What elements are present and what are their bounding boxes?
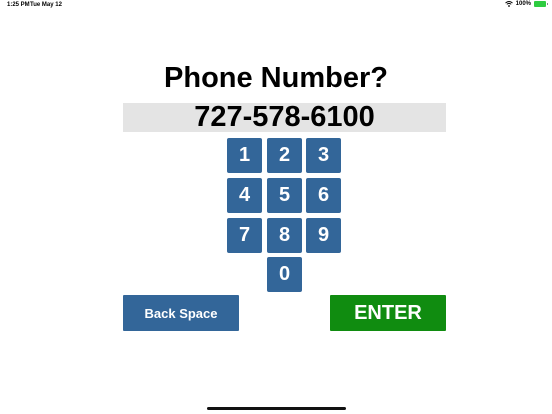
enter-button[interactable]: ENTER xyxy=(330,295,446,331)
key-8[interactable]: 8 xyxy=(267,218,302,253)
status-right: 100% xyxy=(504,1,548,7)
page-title: Phone Number? xyxy=(164,62,388,94)
key-3[interactable]: 3 xyxy=(306,138,341,173)
battery-percent: 100% xyxy=(515,1,531,7)
key-6[interactable]: 6 xyxy=(306,178,341,213)
wifi-icon xyxy=(504,1,513,7)
phone-number-display: 727-578-6100 xyxy=(123,103,446,132)
key-9[interactable]: 9 xyxy=(306,218,341,253)
backspace-button[interactable]: Back Space xyxy=(123,295,239,331)
key-5[interactable]: 5 xyxy=(267,178,302,213)
key-4[interactable]: 4 xyxy=(227,178,262,213)
key-2[interactable]: 2 xyxy=(267,138,302,173)
status-time: 1:25 PM xyxy=(7,2,30,8)
key-7[interactable]: 7 xyxy=(227,218,262,253)
status-bar: 1:25 PM Tue May 12 100% xyxy=(0,0,552,12)
home-indicator[interactable] xyxy=(207,407,346,410)
battery-icon xyxy=(534,1,548,7)
key-1[interactable]: 1 xyxy=(227,138,262,173)
key-0[interactable]: 0 xyxy=(267,257,302,292)
status-date: Tue May 12 xyxy=(30,2,62,8)
